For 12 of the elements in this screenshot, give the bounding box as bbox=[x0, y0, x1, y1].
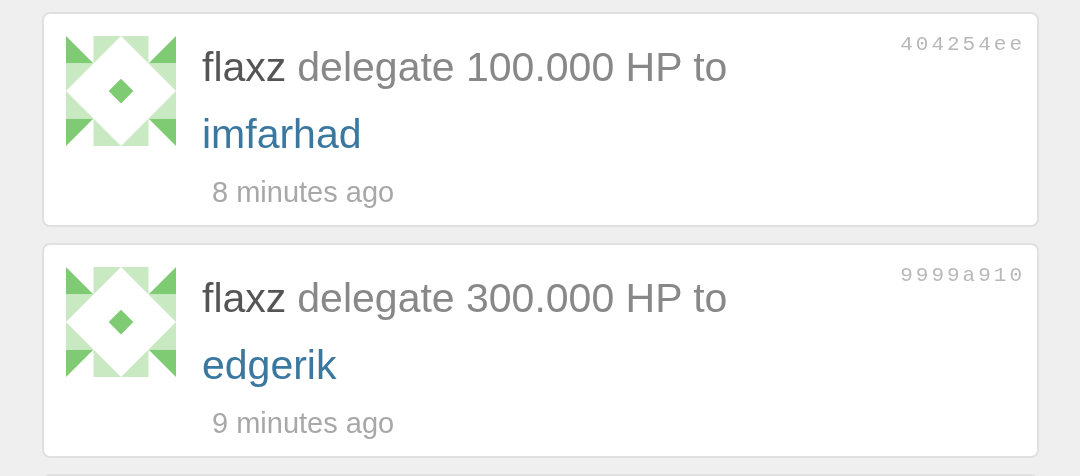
user-link[interactable]: flaxz bbox=[202, 44, 287, 90]
timestamp: 8 minutes ago bbox=[212, 176, 396, 209]
user-link[interactable]: flaxz bbox=[202, 275, 287, 321]
timestamp: 9 minutes ago bbox=[212, 407, 396, 440]
action-text: delegate 300.000 HP to bbox=[297, 275, 728, 321]
transaction-hash: 404254ee bbox=[900, 33, 1025, 56]
action-text: delegate 100.000 HP to bbox=[297, 44, 728, 90]
avatar-icon bbox=[66, 267, 176, 377]
avatar-icon bbox=[66, 36, 176, 146]
user-link[interactable]: imfarhad bbox=[202, 111, 362, 157]
user-link[interactable]: edgerik bbox=[202, 342, 337, 388]
transaction-hash: 9999a910 bbox=[900, 264, 1025, 287]
